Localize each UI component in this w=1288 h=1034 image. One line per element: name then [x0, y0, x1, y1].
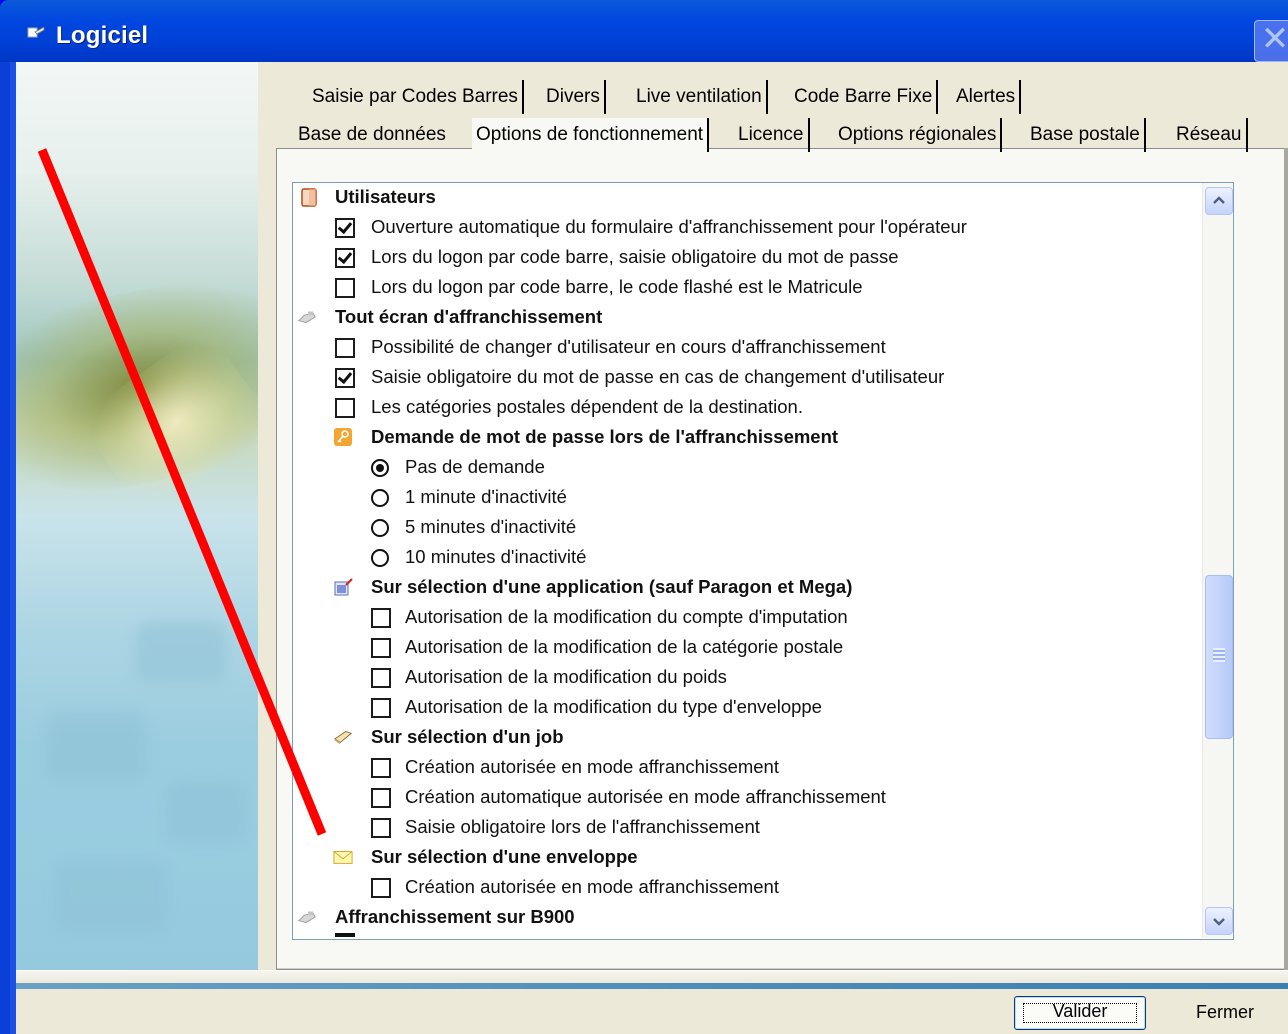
- radio-button[interactable]: [371, 549, 389, 567]
- scroll-down-button[interactable]: [1205, 907, 1233, 935]
- tab-base-de-donnees[interactable]: Base de données: [294, 118, 450, 152]
- application-icon: [334, 578, 353, 596]
- tab-base-postale[interactable]: Base postale: [1026, 118, 1146, 152]
- scroll-thumb[interactable]: [1205, 575, 1233, 739]
- radio-button[interactable]: [371, 459, 389, 477]
- window-title: Logiciel: [56, 22, 149, 49]
- checkbox[interactable]: [335, 218, 355, 238]
- checkbox[interactable]: [335, 248, 355, 268]
- checkbox[interactable]: [335, 278, 355, 298]
- scroll-up-button[interactable]: [1205, 187, 1233, 215]
- tab-code-barre-fixe[interactable]: Code Barre Fixe: [790, 80, 939, 114]
- application-window: Logiciel ✕ Saisie par Codes Barres Diver…: [0, 0, 1288, 1034]
- job-icon: [333, 731, 353, 745]
- user-icon: [301, 188, 317, 207]
- checkbox[interactable]: [371, 818, 391, 838]
- tab-licence[interactable]: Licence: [734, 118, 810, 152]
- tab-live-ventilation[interactable]: Live ventilation: [632, 80, 768, 114]
- checkbox[interactable]: [335, 398, 355, 418]
- chevron-up-icon: [1213, 196, 1225, 204]
- window-frame-left: [0, 62, 16, 1034]
- checkbox[interactable]: [371, 878, 391, 898]
- envelope-icon: [333, 851, 353, 864]
- panel-edge: [1284, 148, 1288, 970]
- postage-machine-icon: [297, 911, 316, 923]
- radio-button[interactable]: [371, 489, 389, 507]
- options-tree[interactable]: Utilisateurs Ouverture automatique du fo…: [292, 182, 1234, 940]
- checkbox[interactable]: [371, 758, 391, 778]
- checkbox[interactable]: [371, 788, 391, 808]
- checkbox[interactable]: [335, 368, 355, 388]
- validate-button[interactable]: Valider: [1014, 996, 1146, 1030]
- partial-checkbox: [335, 933, 355, 937]
- chevron-down-icon: [1213, 918, 1225, 926]
- tab-divers[interactable]: Divers: [542, 80, 606, 114]
- checkbox[interactable]: [371, 608, 391, 628]
- checkbox[interactable]: [371, 668, 391, 688]
- tab-options-regionales[interactable]: Options régionales: [834, 118, 1003, 152]
- tab-reseau[interactable]: Réseau: [1172, 118, 1248, 152]
- tab-saisie-codes-barres[interactable]: Saisie par Codes Barres: [308, 80, 524, 114]
- vertical-scrollbar[interactable]: [1202, 183, 1233, 938]
- key-icon: [334, 428, 352, 446]
- app-icon: [27, 26, 45, 38]
- close-button[interactable]: Fermer: [1160, 996, 1288, 1028]
- separator-strip: [16, 970, 1288, 989]
- title-bar[interactable]: Logiciel ✕: [0, 0, 1288, 62]
- checkbox[interactable]: [371, 638, 391, 658]
- tab-alertes[interactable]: Alertes: [952, 80, 1022, 114]
- checkbox[interactable]: [335, 338, 355, 358]
- tab-options-fonctionnement[interactable]: Options de fonctionnement: [472, 118, 710, 152]
- radio-button[interactable]: [371, 519, 389, 537]
- postage-machine-icon: [297, 311, 316, 323]
- close-icon[interactable]: ✕: [1254, 20, 1288, 62]
- decorative-banner-image: [16, 62, 258, 970]
- checkbox[interactable]: [371, 698, 391, 718]
